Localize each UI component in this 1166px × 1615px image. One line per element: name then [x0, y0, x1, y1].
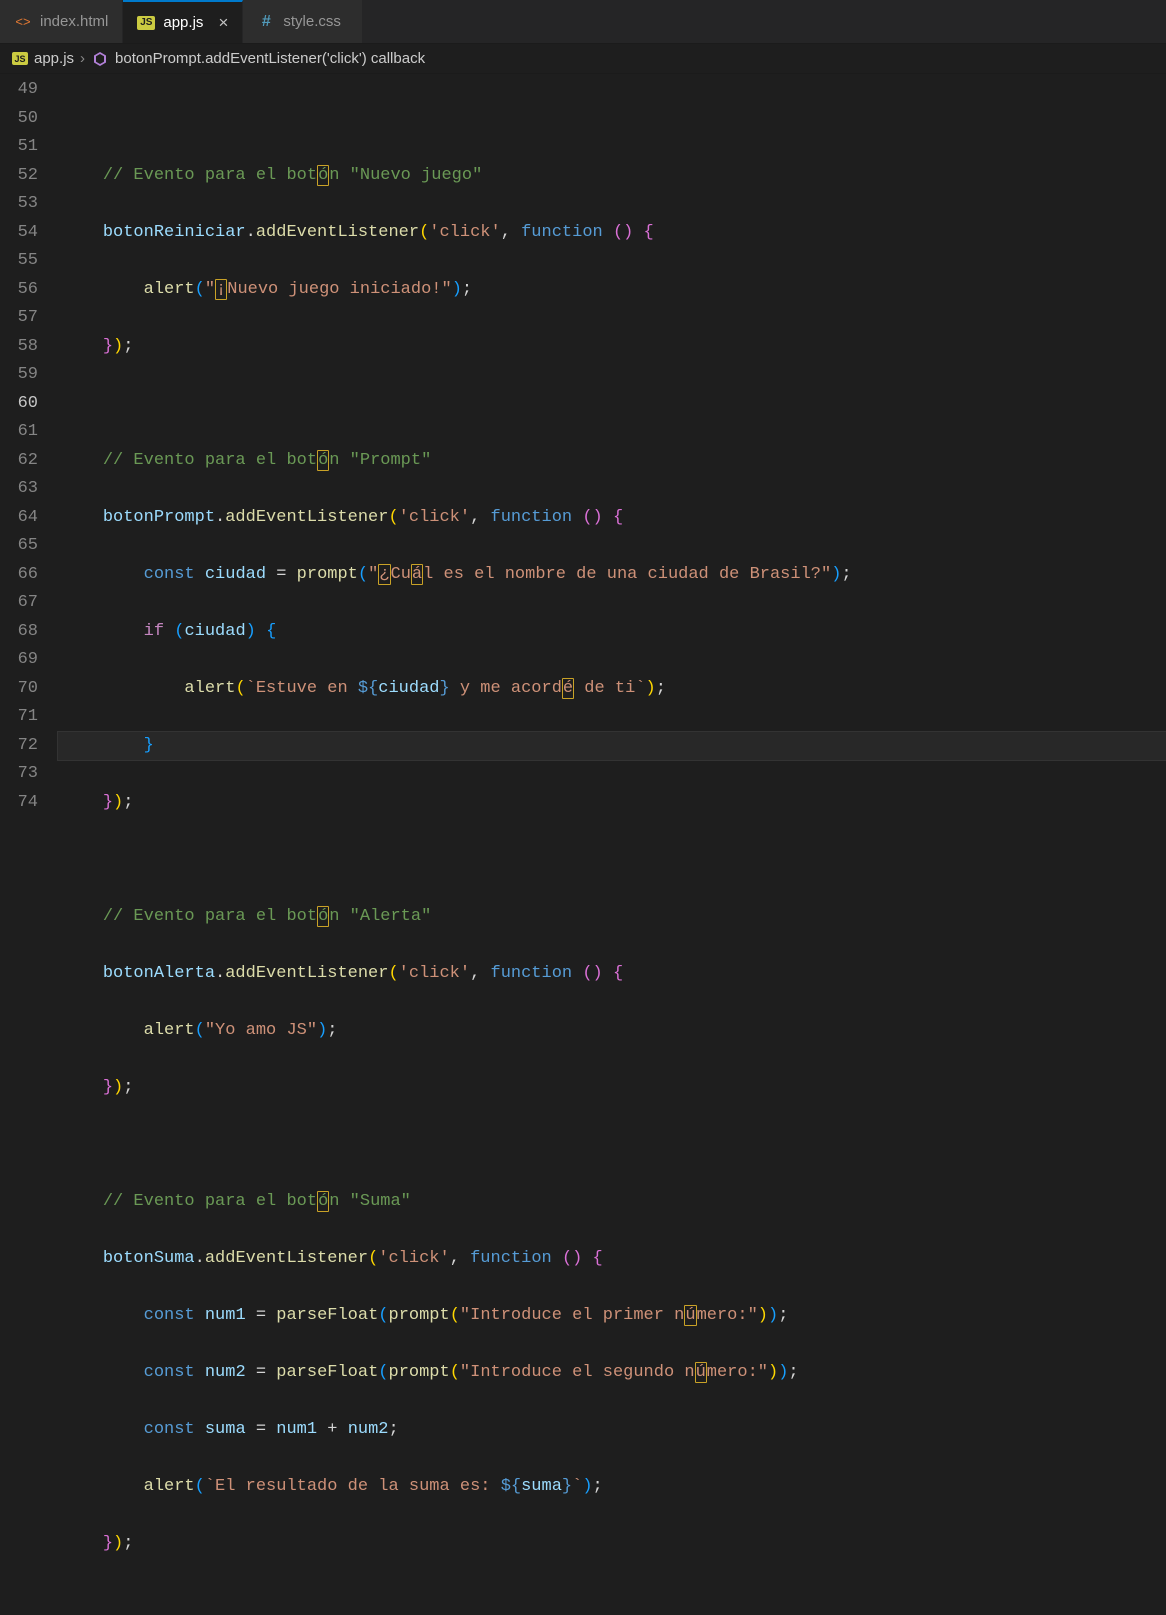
- tab-bar: <> index.html JS app.js × # style.css: [0, 0, 1166, 44]
- tab-style-css[interactable]: # style.css: [243, 0, 363, 43]
- editor[interactable]: 4950515253545556575859606162636465666768…: [0, 74, 1166, 1615]
- close-icon[interactable]: ×: [218, 14, 228, 31]
- tab-index-html[interactable]: <> index.html: [0, 0, 123, 43]
- css-icon: #: [257, 13, 275, 31]
- breadcrumb-file: app.js: [34, 50, 74, 67]
- tab-label: app.js: [163, 14, 203, 31]
- chevron-right-icon: ›: [80, 50, 85, 67]
- tab-label: index.html: [40, 13, 108, 30]
- js-icon: JS: [12, 52, 28, 65]
- breadcrumb-symbol: botonPrompt.addEventListener('click') ca…: [115, 50, 425, 67]
- breadcrumb[interactable]: JS app.js › botonPrompt.addEventListener…: [0, 44, 1166, 74]
- html-icon: <>: [14, 13, 32, 31]
- tab-app-js[interactable]: JS app.js ×: [123, 0, 243, 43]
- tab-label: style.css: [283, 13, 341, 30]
- js-icon: JS: [137, 16, 155, 30]
- code-area[interactable]: // Evento para el botón "Nuevo juego" bo…: [58, 76, 1166, 1615]
- method-icon: [91, 50, 109, 68]
- line-numbers: 4950515253545556575859606162636465666768…: [0, 76, 58, 1615]
